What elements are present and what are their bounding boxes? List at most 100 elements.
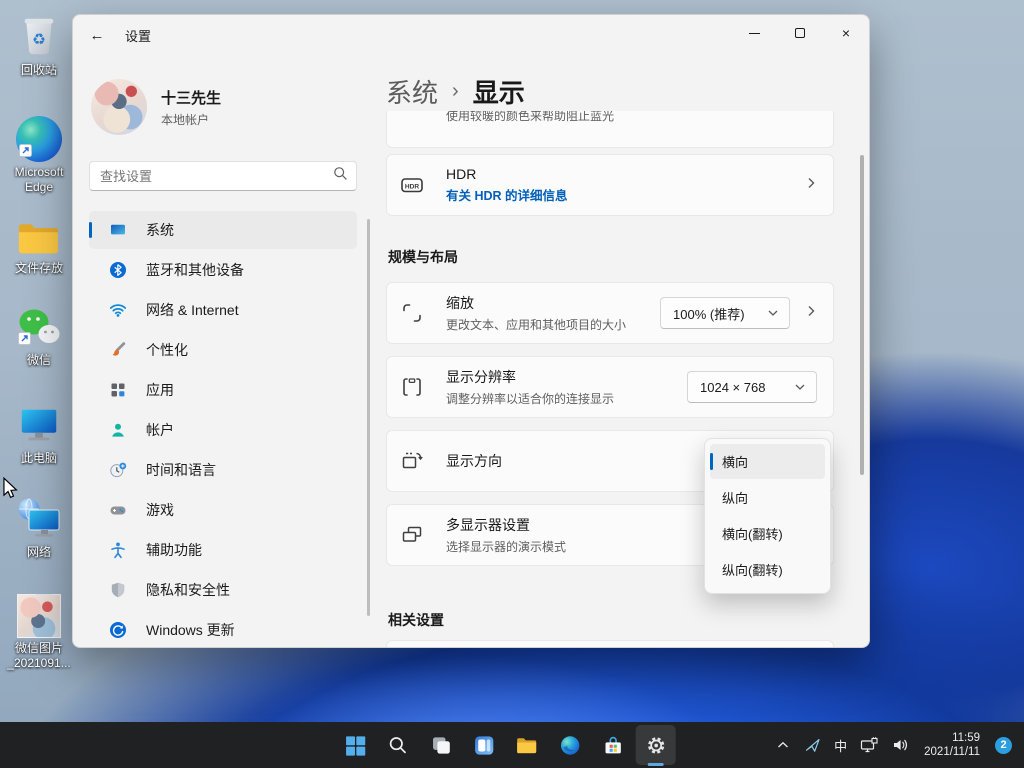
chevron-right-icon (805, 304, 817, 323)
hdr-more-info-link[interactable]: 有关 HDR 的详细信息 (446, 185, 790, 204)
avatar (91, 79, 147, 135)
user-name: 十三先生 (161, 87, 221, 108)
store-icon (601, 734, 624, 757)
nav-item-accessibility[interactable]: 辅助功能 (89, 531, 357, 569)
nav-item-personalization[interactable]: 个性化 (89, 331, 357, 369)
desktop-icon-recycle-bin[interactable]: ♻ 回收站 (0, 10, 78, 78)
content-scrollbar[interactable] (860, 155, 864, 475)
settings-search[interactable] (89, 161, 357, 191)
sidebar: 十三先生 本地帐户 系统 蓝牙和其他设备 (73, 55, 373, 648)
desktop-icon-wechat[interactable]: 微信 (0, 300, 78, 368)
night-light-row-clipped[interactable]: 使用较暖的颜色来帮助阻止蓝光 (386, 111, 834, 148)
gear-icon (644, 734, 667, 757)
file-explorer-button[interactable] (507, 725, 547, 765)
hdr-icon: HDR (399, 172, 425, 198)
svg-text:HDR: HDR (405, 184, 420, 191)
nav-item-apps[interactable]: 应用 (89, 371, 357, 409)
nav-item-accounts[interactable]: 帐户 (89, 411, 357, 449)
titlebar[interactable]: ← 设置 × (73, 15, 869, 55)
shield-icon (109, 581, 127, 599)
desktop-icon-this-pc[interactable]: 此电脑 (0, 398, 78, 466)
search-input[interactable] (100, 169, 333, 184)
flyout-option-portrait[interactable]: 纵向 (710, 480, 825, 515)
shortcut-arrow-icon (19, 144, 32, 162)
nav-item-bluetooth[interactable]: 蓝牙和其他设备 (89, 251, 357, 289)
desktop-icon-wechat-image[interactable]: 微信图片 _2021091... (0, 588, 78, 671)
nav-item-system[interactable]: 系统 (89, 211, 357, 249)
person-icon (109, 421, 127, 439)
flyout-option-landscape[interactable]: 横向 (710, 444, 825, 479)
sidebar-scrollbar[interactable] (367, 219, 370, 616)
multi-display-icon (399, 522, 425, 548)
widgets-button[interactable] (464, 725, 504, 765)
mouse-cursor (2, 477, 20, 504)
clock[interactable]: 11:59 2021/11/11 (924, 731, 980, 759)
nav-item-network[interactable]: 网络 & Internet (89, 291, 357, 329)
resolution-dropdown[interactable]: 1024 × 768 (687, 371, 817, 403)
chevron-down-icon (767, 304, 779, 322)
maximize-button[interactable] (777, 15, 823, 51)
scale-dropdown[interactable]: 100% (推荐) (660, 297, 790, 329)
tray-date: 2021/11/11 (924, 745, 980, 759)
edge-icon (558, 734, 581, 757)
advanced-display-row-clipped[interactable]: 高级显示 (386, 640, 834, 648)
this-pc-icon (16, 398, 62, 448)
network-icon (15, 492, 63, 542)
notification-badge[interactable]: 2 (995, 737, 1012, 754)
selected-indicator (710, 453, 713, 470)
flyout-option-portrait-flipped[interactable]: 纵向(翻转) (710, 552, 825, 587)
scale-value: 100% (推荐) (673, 304, 745, 323)
tray-chevron-up-icon[interactable] (775, 737, 791, 753)
svg-text:♻: ♻ (32, 31, 46, 49)
tray-paper-plane-icon[interactable] (804, 737, 821, 754)
desktop-icon-label: 微信图片 (15, 641, 63, 655)
window-title: 设置 (125, 26, 151, 45)
desktop-icon-label: 网络 (27, 545, 51, 560)
flyout-option-landscape-flipped[interactable]: 横向(翻转) (710, 516, 825, 551)
scale-description: 更改文本、应用和其他项目的大小 (446, 316, 660, 333)
desktop-icon-label: 回收站 (21, 63, 57, 78)
resolution-row[interactable]: 显示分辨率 调整分辨率以适合你的连接显示 1024 × 768 (386, 356, 834, 418)
desktop-icon-folder[interactable]: 文件存放 (0, 208, 78, 276)
store-button[interactable] (593, 725, 633, 765)
chevron-down-icon (794, 378, 806, 396)
edge-button[interactable] (550, 725, 590, 765)
ime-indicator[interactable]: 中 (834, 736, 847, 755)
settings-app-button[interactable] (636, 725, 676, 765)
brush-icon (109, 341, 127, 359)
search-icon (333, 166, 348, 186)
windows-logo-icon (343, 734, 366, 757)
hdr-title: HDR (446, 166, 790, 182)
breadcrumb-root[interactable]: 系统 (386, 73, 438, 110)
accessibility-icon (109, 541, 127, 559)
task-view-icon (429, 734, 452, 757)
clock-icon (109, 461, 127, 479)
volume-icon[interactable] (892, 737, 909, 753)
breadcrumb-separator-icon: › (452, 80, 459, 103)
bluetooth-icon (109, 261, 127, 279)
taskbar: 中 11:59 2021/11/11 2 (0, 722, 1024, 768)
taskbar-search-button[interactable] (378, 725, 418, 765)
shortcut-arrow-icon (18, 332, 31, 350)
nav-item-gaming[interactable]: 游戏 (89, 491, 357, 529)
hdr-row[interactable]: HDR HDR 有关 HDR 的详细信息 (386, 154, 834, 216)
edge-icon (16, 112, 62, 162)
nav-item-privacy[interactable]: 隐私和安全性 (89, 571, 357, 609)
resolution-title: 显示分辨率 (446, 367, 687, 387)
desktop-icon-edge[interactable]: Microsoft Edge (0, 112, 78, 195)
back-button[interactable]: ← (81, 21, 113, 49)
nav-item-time-language[interactable]: 时间和语言 (89, 451, 357, 489)
page-title: 显示 (473, 73, 525, 110)
minimize-button[interactable] (731, 15, 777, 51)
nav-item-windows-update[interactable]: Windows 更新 (89, 611, 357, 648)
open-app-indicator (648, 763, 664, 766)
scale-row[interactable]: 缩放 更改文本、应用和其他项目的大小 100% (推荐) (386, 282, 834, 344)
widgets-icon (472, 734, 495, 757)
start-button[interactable] (335, 725, 375, 765)
close-button[interactable]: × (823, 15, 869, 51)
wifi-icon (109, 301, 127, 319)
network-tray-icon[interactable] (860, 737, 879, 754)
task-view-button[interactable] (421, 725, 461, 765)
file-explorer-icon (515, 734, 539, 756)
user-profile[interactable]: 十三先生 本地帐户 (91, 79, 373, 135)
